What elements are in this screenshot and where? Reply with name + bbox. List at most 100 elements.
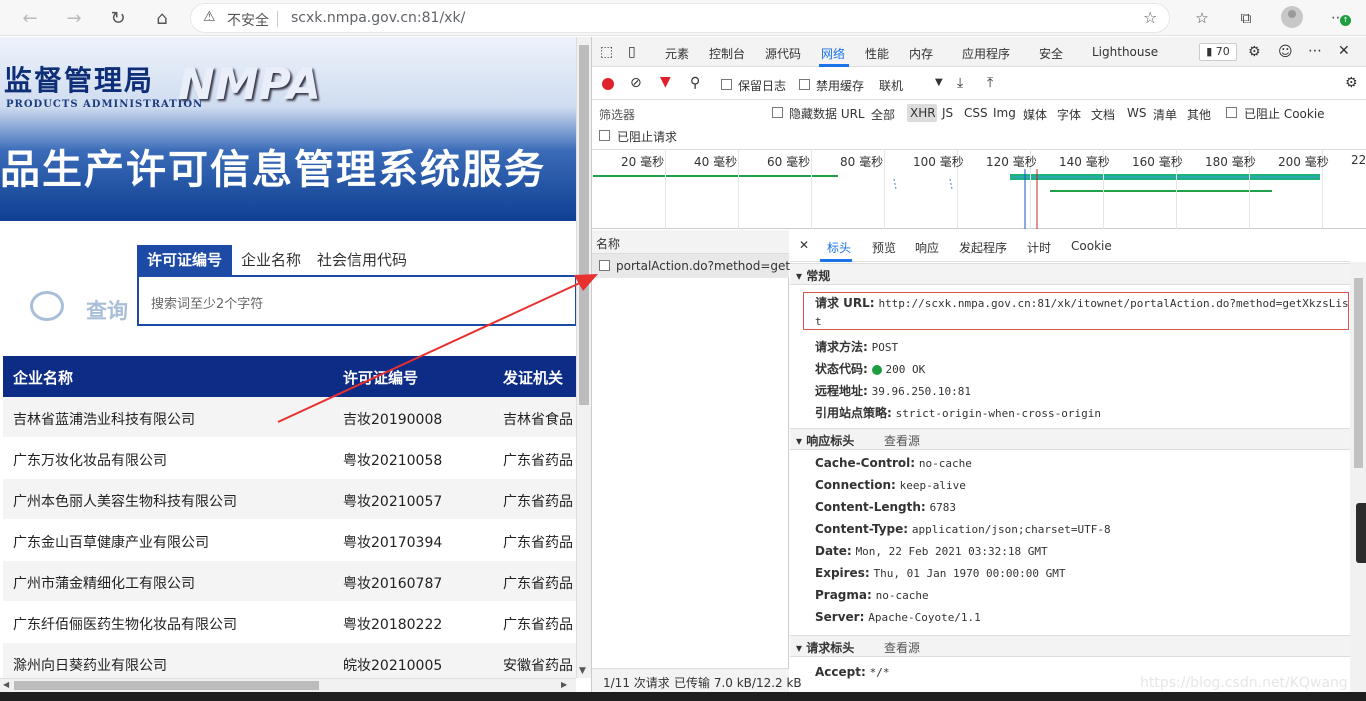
company-name[interactable]: 广东金山百草健康产业有限公司	[13, 532, 209, 552]
tab-headers[interactable]: 标头	[827, 239, 851, 256]
view-source-link[interactable]: 查看源	[884, 639, 920, 656]
tab-application[interactable]: 应用程序	[962, 45, 1010, 62]
search-input[interactable]: 搜索词至少2个字符	[137, 275, 576, 326]
close-icon[interactable]: ✕	[799, 238, 809, 252]
active-tab-indicator	[819, 64, 849, 67]
table-row[interactable]: 吉林省蓝浦浩业科技有限公司 吉妆20190008 吉林省食品	[3, 397, 576, 438]
preserve-log-checkbox[interactable]	[721, 79, 732, 90]
tab-security[interactable]: 安全	[1039, 45, 1063, 62]
tab-sources[interactable]: 源代码	[765, 45, 801, 62]
list-item[interactable]: portalAction.do?method=get...	[592, 254, 802, 278]
company-name[interactable]: 滁州向日葵药业有限公司	[13, 655, 167, 675]
response-headers-section-header[interactable]: ▾ 响应标头 查看源	[790, 428, 1350, 450]
page-vertical-scrollbar[interactable]: ▼	[576, 37, 591, 678]
blocked-requests-checkbox[interactable]	[599, 130, 610, 141]
tab-console[interactable]: 控制台	[709, 45, 745, 62]
details-scrollbar[interactable]	[1350, 262, 1366, 692]
table-row[interactable]: 广东万妆化妆品有限公司 粤妆20210058 广东省药品	[3, 438, 576, 479]
back-button[interactable]: ←	[18, 6, 42, 30]
company-name[interactable]: 广东纤佰俪医药生物化妆品有限公司	[13, 614, 237, 634]
feedback-icon[interactable]: ☺	[1278, 44, 1293, 60]
page-horizontal-scrollbar[interactable]: ◀ ▶	[0, 678, 576, 692]
tab-credit-code[interactable]: 社会信用代码	[317, 245, 407, 275]
type-ws[interactable]: WS	[1127, 106, 1146, 120]
col-company: 企业名称	[13, 369, 74, 387]
scroll-right-icon[interactable]: ▶	[561, 680, 567, 689]
tab-cookie[interactable]: Cookie	[1071, 239, 1112, 253]
type-css[interactable]: CSS	[964, 106, 988, 120]
blocked-cookies-checkbox[interactable]	[1226, 107, 1237, 118]
reload-button[interactable]: ↻	[106, 6, 130, 30]
type-manifest[interactable]: 清单	[1153, 106, 1177, 123]
network-overview[interactable]: 20 毫秒 40 毫秒 60 毫秒 80 毫秒 100 毫秒 120 毫秒 140 毫秒 16…	[592, 149, 1366, 229]
tab-company-name[interactable]: 企业名称	[241, 245, 301, 275]
type-xhr[interactable]: XHR	[910, 106, 936, 120]
header-row: Connection: keep-alive	[815, 478, 966, 492]
import-har-icon[interactable]: ⤓	[957, 75, 963, 91]
company-name[interactable]: 吉林省蓝浦浩业科技有限公司	[13, 409, 195, 429]
type-all[interactable]: 全部	[871, 106, 895, 123]
inspect-icon[interactable]: ⬚	[600, 44, 613, 60]
scroll-down-icon[interactable]: ▼	[579, 666, 586, 676]
general-section-header[interactable]: ▾ 常规	[790, 263, 1350, 285]
request-headers-section-header[interactable]: ▾ 请求标头 查看源	[790, 635, 1350, 657]
type-js[interactable]: JS	[942, 106, 953, 120]
collections-icon[interactable]: ⧉	[1234, 6, 1258, 30]
tab-elements[interactable]: 元素	[665, 45, 689, 62]
type-doc[interactable]: 文档	[1091, 106, 1115, 123]
type-media[interactable]: 媒体	[1023, 106, 1047, 123]
company-name[interactable]: 广州市蒲金精细化工有限公司	[13, 573, 195, 593]
disable-cache-checkbox[interactable]	[799, 79, 810, 90]
tab-license-number[interactable]: 许可证编号	[137, 245, 233, 275]
tab-lighthouse[interactable]: Lighthouse	[1092, 45, 1158, 59]
tab-initiator[interactable]: 发起程序	[959, 239, 1007, 256]
referrer-policy-row: 引用站点策略: strict-origin-when-cross-origin	[815, 406, 1101, 420]
scroll-thumb[interactable]	[1354, 278, 1363, 468]
tab-network[interactable]: 网络	[821, 45, 845, 62]
network-settings-icon[interactable]: ⚙	[1345, 75, 1358, 91]
add-favorite-icon[interactable]: ☆	[1143, 8, 1157, 27]
forward-button[interactable]: →	[62, 6, 86, 30]
export-har-icon[interactable]: ⤒	[987, 75, 993, 91]
filter-icon[interactable]: ▼	[660, 74, 671, 90]
device-toggle-icon[interactable]: ▯	[628, 44, 636, 60]
home-button[interactable]: ⌂	[150, 6, 174, 30]
view-source-link[interactable]: 查看源	[884, 432, 920, 449]
avatar[interactable]	[1281, 6, 1303, 28]
chevron-down-icon[interactable]: ▼	[935, 77, 943, 88]
table-row[interactable]: 滁州向日葵药业有限公司 皖妆20210005 安徽省药品	[3, 643, 576, 678]
address-bar[interactable]: ⚠ 不安全 scxk.nmpa.gov.cn:81/xk/ ☆	[190, 3, 1170, 33]
hide-data-url-checkbox[interactable]	[772, 107, 783, 118]
more-icon[interactable]: ⋯	[1308, 43, 1322, 59]
table-row[interactable]: 广东金山百草健康产业有限公司 粤妆20170394 广东省药品	[3, 520, 576, 561]
issues-badge[interactable]: ▮ 70	[1199, 43, 1237, 61]
company-name[interactable]: 广东万妆化妆品有限公司	[13, 450, 167, 470]
type-font[interactable]: 字体	[1057, 106, 1081, 123]
scroll-thumb[interactable]	[579, 45, 589, 405]
favorites-icon[interactable]: ☆	[1190, 6, 1214, 30]
side-panel-handle[interactable]	[1356, 503, 1366, 563]
tab-memory[interactable]: 内存	[909, 45, 933, 62]
settings-icon[interactable]: ⚙	[1248, 44, 1261, 60]
disable-cache-label: 禁用缓存	[816, 79, 865, 93]
filter-input[interactable]: 筛选器	[596, 104, 760, 123]
scroll-left-icon[interactable]: ◀	[3, 680, 9, 689]
clear-icon[interactable]: ⊘	[630, 75, 642, 91]
tab-timing[interactable]: 计时	[1027, 239, 1051, 256]
tab-performance[interactable]: 性能	[865, 45, 889, 62]
company-name[interactable]: 广州本色丽人美容生物科技有限公司	[13, 491, 237, 511]
table-row[interactable]: 广州市蒲金精细化工有限公司 粤妆20160787 广东省药品	[3, 561, 576, 602]
tab-response[interactable]: 响应	[915, 239, 939, 256]
type-img[interactable]: Img	[993, 106, 1016, 120]
url-text[interactable]: scxk.nmpa.gov.cn:81/xk/	[291, 10, 465, 26]
table-row[interactable]: 广东纤佰俪医药生物化妆品有限公司 粤妆20180222 广东省药品	[3, 602, 576, 643]
close-icon[interactable]: ✕	[1338, 43, 1350, 59]
request-name[interactable]: portalAction.do?method=get...	[616, 259, 802, 273]
scroll-thumb[interactable]	[14, 681, 319, 690]
type-other[interactable]: 其他	[1187, 106, 1211, 123]
search-icon[interactable]: ⚲	[690, 75, 700, 91]
record-icon[interactable]	[602, 78, 614, 90]
throttle-select[interactable]: 联机	[879, 77, 903, 94]
table-row[interactable]: 广州本色丽人美容生物科技有限公司 粤妆20210057 广东省药品	[3, 479, 576, 520]
tab-preview[interactable]: 预览	[872, 239, 896, 256]
